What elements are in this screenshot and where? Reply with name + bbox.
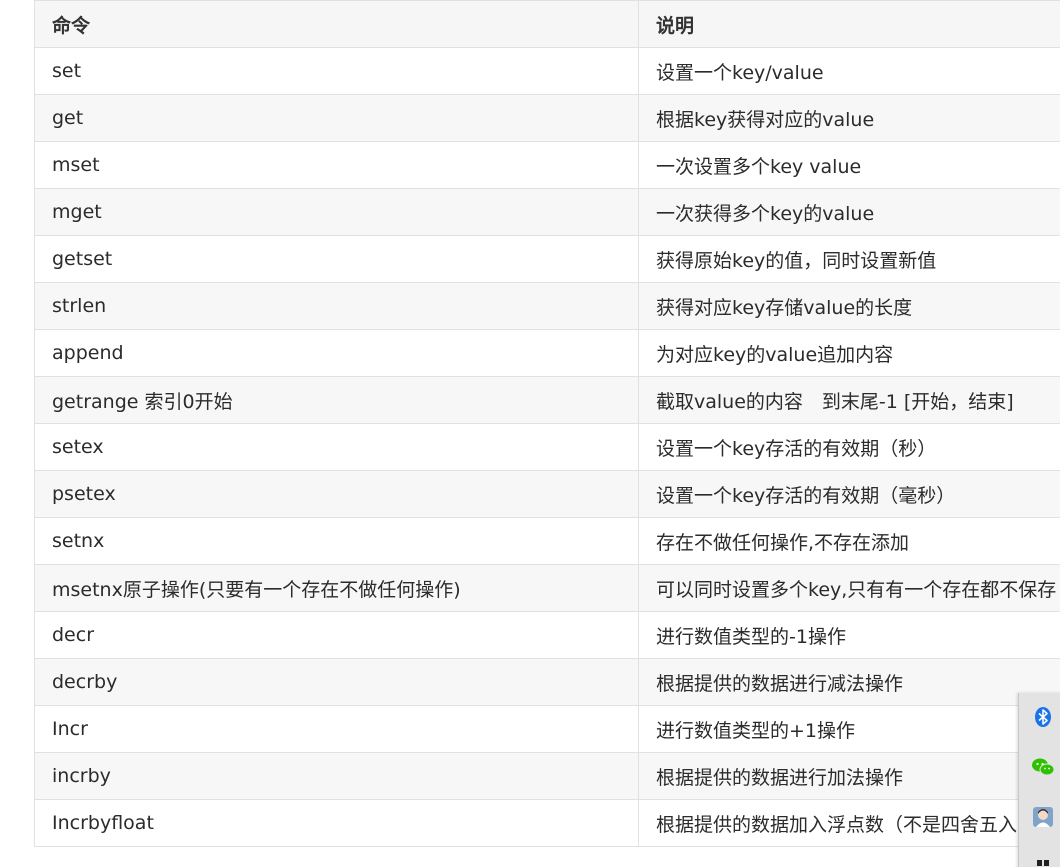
description-cell: 根据提供的数据进行加法操作 [638, 752, 1060, 800]
command-cell: strlen [34, 282, 639, 330]
description-cell: 根据提供的数据加入浮点数（不是四舍五入） [638, 799, 1060, 847]
description-cell: 截取value的内容 到末尾-1 [开始，结束] [638, 376, 1060, 424]
description-cell: 根据key获得对应的value [638, 94, 1060, 142]
description-cell: 获得原始key的值，同时设置新值 [638, 235, 1060, 283]
page: 命令 说明 set 设置一个key/value get 根据key获得对应的va… [0, 0, 1060, 867]
table-row: setnx 存在不做任何操作,不存在添加 [34, 517, 1060, 565]
table-row: msetnx原子操作(只要有一个存在不做任何操作) 可以同时设置多个key,只有… [34, 564, 1060, 612]
bluetooth-icon[interactable] [1031, 705, 1055, 729]
command-cell: decr [34, 611, 639, 659]
table-row: decr 进行数值类型的-1操作 [34, 611, 1060, 659]
description-cell: 存在不做任何操作,不存在添加 [638, 517, 1060, 565]
description-cell: 进行数值类型的-1操作 [638, 611, 1060, 659]
header-command: 命令 [34, 0, 639, 48]
description-cell: 可以同时设置多个key,只有有一个存在都不保存 [638, 564, 1060, 612]
command-cell: Incr [34, 705, 639, 753]
table-header-row: 命令 说明 [34, 0, 1060, 48]
command-cell: incrby [34, 752, 639, 800]
table-row: setex 设置一个key存活的有效期（秒） [34, 423, 1060, 471]
command-cell: msetnx原子操作(只要有一个存在不做任何操作) [34, 564, 639, 612]
description-cell: 为对应key的value追加内容 [638, 329, 1060, 377]
table-row: getset 获得原始key的值，同时设置新值 [34, 235, 1060, 283]
table-row: Incrbyfloat 根据提供的数据加入浮点数（不是四舍五入） [34, 799, 1060, 847]
table-row: strlen 获得对应key存储value的长度 [34, 282, 1060, 330]
table-row: incrby 根据提供的数据进行加法操作 [34, 752, 1060, 800]
table-row: get 根据key获得对应的value [34, 94, 1060, 142]
command-cell: setex [34, 423, 639, 471]
command-cell: getrange 索引0开始 [34, 376, 639, 424]
table-row: decrby 根据提供的数据进行减法操作 [34, 658, 1060, 706]
table-row: set 设置一个key/value [34, 47, 1060, 95]
command-cell: mset [34, 141, 639, 189]
table-row: Incr 进行数值类型的+1操作 [34, 705, 1060, 753]
description-cell: 进行数值类型的+1操作 [638, 705, 1060, 753]
command-cell: get [34, 94, 639, 142]
command-cell: mget [34, 188, 639, 236]
table-row: mset 一次设置多个key value [34, 141, 1060, 189]
command-cell: decrby [34, 658, 639, 706]
command-cell: getset [34, 235, 639, 283]
description-cell: 设置一个key/value [638, 47, 1060, 95]
description-cell: 根据提供的数据进行减法操作 [638, 658, 1060, 706]
table-row: mget 一次获得多个key的value [34, 188, 1060, 236]
table-row: append 为对应key的value追加内容 [34, 329, 1060, 377]
avatar-icon[interactable] [1031, 805, 1055, 829]
table-row: psetex 设置一个key存活的有效期（毫秒） [34, 470, 1060, 518]
wechat-icon[interactable] [1031, 755, 1055, 779]
description-cell: 一次设置多个key value [638, 141, 1060, 189]
header-description: 说明 [638, 0, 1060, 48]
command-cell: setnx [34, 517, 639, 565]
system-tray-popup [1018, 693, 1060, 867]
command-cell: psetex [34, 470, 639, 518]
grid-icon[interactable] [1031, 851, 1055, 867]
command-cell: Incrbyfloat [34, 799, 639, 847]
command-cell: append [34, 329, 639, 377]
description-cell: 设置一个key存活的有效期（毫秒） [638, 470, 1060, 518]
command-cell: set [34, 47, 639, 95]
table-row: getrange 索引0开始 截取value的内容 到末尾-1 [开始，结束] [34, 376, 1060, 424]
description-cell: 获得对应key存储value的长度 [638, 282, 1060, 330]
description-cell: 一次获得多个key的value [638, 188, 1060, 236]
description-cell: 设置一个key存活的有效期（秒） [638, 423, 1060, 471]
command-table: 命令 说明 set 设置一个key/value get 根据key获得对应的va… [34, 0, 1060, 847]
